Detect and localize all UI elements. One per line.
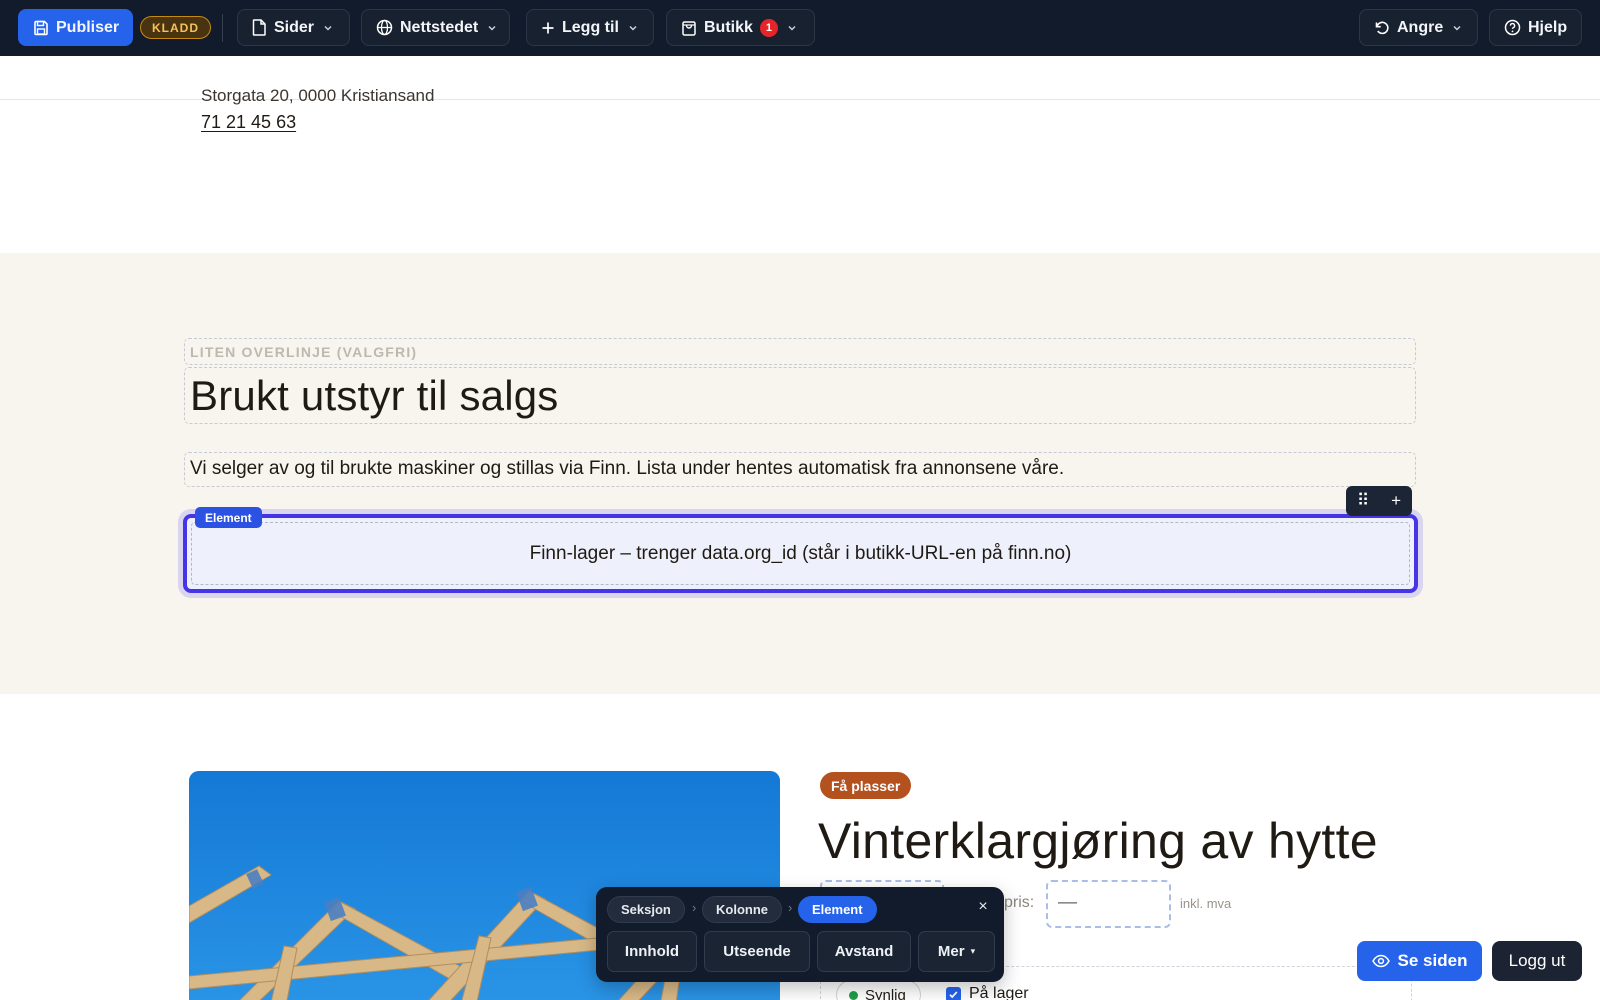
element-type-tag: Element: [195, 507, 262, 528]
eye-icon: [1371, 954, 1390, 968]
footer-phone-link[interactable]: 71 21 45 63: [201, 112, 296, 133]
visibility-label: Synlig: [865, 986, 906, 1000]
in-stock-label: På lager: [969, 985, 1029, 1000]
breadcrumb-column[interactable]: Kolonne: [702, 896, 782, 923]
file-icon: [252, 19, 266, 36]
tab-content[interactable]: Innhold: [607, 931, 697, 972]
vat-note: inkl. mva: [1180, 896, 1232, 911]
breadcrumb-separator: ›: [692, 900, 697, 915]
shop-menu-label: Butikk: [704, 18, 753, 36]
chevron-down-icon: [1453, 25, 1461, 31]
shop-menu-button[interactable]: Butikk 1: [666, 9, 815, 46]
pages-menu-button[interactable]: Sider: [237, 9, 350, 46]
drag-handle-icon[interactable]: ⠿: [1357, 491, 1369, 511]
plus-icon: [542, 22, 554, 33]
breadcrumb-separator: ›: [788, 900, 793, 915]
close-icon[interactable]: ×: [972, 896, 994, 918]
tab-appearance[interactable]: Utseende: [704, 931, 810, 972]
add-menu-button[interactable]: Legg til: [526, 9, 654, 46]
view-page-button[interactable]: Se siden: [1357, 941, 1482, 981]
undo-icon: [1375, 21, 1389, 34]
tab-more-label: Mer: [937, 943, 965, 960]
finn-element-placeholder: Finn-lager – trenger data.org_id (står i…: [191, 522, 1410, 585]
website-menu-button[interactable]: Nettstedet: [361, 9, 510, 46]
globe-icon: [376, 19, 393, 36]
chevron-down-icon: [324, 25, 332, 31]
help-button[interactable]: Hjelp: [1489, 9, 1582, 46]
checkbox-check-icon: [946, 986, 961, 1000]
breadcrumb-element[interactable]: Element: [798, 896, 877, 923]
price-label: pris:: [1004, 894, 1035, 911]
website-menu-label: Nettstedet: [400, 18, 479, 36]
draft-status-badge: KLADD: [140, 16, 211, 39]
footer-address: Storgata 20, 0000 Kristiansand: [201, 86, 435, 105]
chevron-down-icon: [629, 25, 637, 31]
help-circle-icon: [1504, 19, 1521, 36]
status-dot-icon: [849, 990, 858, 1000]
tab-more[interactable]: Mer ▾: [918, 931, 995, 972]
selected-finn-element[interactable]: Finn-lager – trenger data.org_id (står i…: [183, 514, 1418, 593]
chevron-down-icon: [488, 25, 496, 31]
shopping-bag-icon: [682, 21, 696, 36]
logout-button[interactable]: Logg ut: [1492, 941, 1582, 981]
overline-placeholder[interactable]: LITEN OVERLINJE (VALGFRI): [184, 338, 1416, 365]
shop-notification-count: 1: [759, 18, 778, 37]
editor-toolbar: Publiser KLADD Sider Nettstedet Legg til…: [0, 0, 1600, 56]
few-spots-badge: Få plasser: [820, 772, 912, 799]
publish-button[interactable]: Publiser: [18, 9, 133, 46]
caret-down-icon: ▾: [970, 946, 976, 956]
save-icon: [34, 20, 48, 35]
product-title[interactable]: Vinterklargjøring av hytte: [818, 812, 1378, 870]
visibility-toggle[interactable]: Synlig: [836, 980, 921, 1000]
view-page-label: Se siden: [1397, 951, 1468, 970]
price-input[interactable]: —: [1046, 880, 1171, 928]
undo-menu-label: Angre: [1397, 18, 1444, 36]
publish-label: Publiser: [56, 18, 120, 36]
chevron-down-icon: [788, 25, 796, 31]
toolbar-divider: [222, 14, 223, 42]
section-lead-text[interactable]: Vi selger av og til brukte maskiner og s…: [184, 452, 1416, 487]
help-label: Hjelp: [1528, 18, 1568, 36]
add-menu-label: Legg til: [562, 18, 619, 36]
element-tools: ⠿ +: [1346, 486, 1412, 516]
undo-menu-button[interactable]: Angre: [1359, 9, 1478, 46]
section-heading[interactable]: Brukt utstyr til salgs: [184, 367, 1416, 424]
element-inspector-panel: Seksjon › Kolonne › Element × Innhold Ut…: [596, 887, 1004, 982]
in-stock-checkbox[interactable]: På lager: [946, 985, 1029, 1000]
add-element-plus-icon[interactable]: +: [1391, 491, 1401, 511]
tab-spacing[interactable]: Avstand: [817, 931, 911, 972]
breadcrumb-section[interactable]: Seksjon: [607, 896, 685, 923]
pages-menu-label: Sider: [274, 18, 315, 36]
